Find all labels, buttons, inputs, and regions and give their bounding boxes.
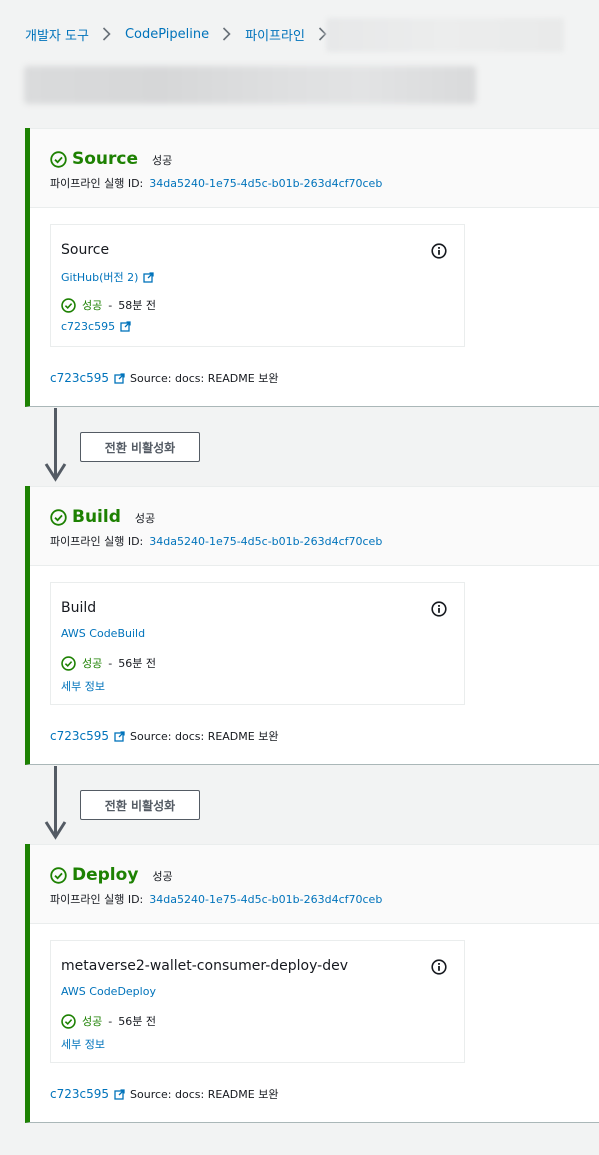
stage-name: Deploy [72,865,139,885]
external-link-icon [120,321,131,332]
execution-id-link[interactable]: 34da5240-1e75-4d5c-b01b-263d4cf70ceb [149,177,382,190]
action-status-row: 성공 - 56분 전 [61,1013,156,1029]
success-check-icon [50,866,67,884]
action-time: 56분 전 [118,1015,156,1028]
disable-transition-button[interactable]: 전환 비활성화 [80,432,200,462]
commit-id-link[interactable]: c723c595 [50,371,109,385]
external-link-icon [114,730,125,742]
commit-id-link[interactable]: c723c595 [50,729,109,743]
action-card: Build AWS CodeBuild 성공 - 56분 전 세부 정보 [50,582,465,705]
external-link-icon [143,271,155,283]
action-provider-link[interactable]: GitHub(버전 2) [61,269,155,285]
commit-message: Source: docs: README 보완 [130,730,279,743]
execution-id-link[interactable]: 34da5240-1e75-4d5c-b01b-263d4cf70ceb [149,893,382,906]
external-link-icon [114,1088,125,1100]
action-status: 성공 [82,1015,103,1028]
stage-header: Source 성공 파이프라인 실행 ID: 34da5240-1e75-4d5c… [30,128,599,208]
redacted-page-title [24,66,476,104]
chevron-right-icon [102,27,111,41]
execution-id-row: 파이프라인 실행 ID: 34da5240-1e75-4d5c-b01b-263d… [50,175,382,191]
action-provider-link[interactable]: AWS CodeDeploy [61,985,156,998]
breadcrumb: 개발자 도구 CodePipeline 파이프라인 [25,24,341,44]
execution-id-label: 파이프라인 실행 ID: [50,893,144,906]
commit-row: c723c595 Source: docs: README 보완 [50,1086,278,1102]
redacted-pipeline-breadcrumb [326,18,564,52]
commit-message: Source: docs: README 보완 [130,372,279,385]
stage-status: 성공 [152,870,173,883]
info-icon[interactable] [431,959,447,975]
disable-transition-button[interactable]: 전환 비활성화 [80,790,200,820]
breadcrumb-pipelines[interactable]: 파이프라인 [245,25,305,44]
stage-status: 성공 [134,512,156,525]
stage-status: 성공 [152,154,173,167]
success-check-icon [50,508,67,526]
action-name: Source [61,242,110,258]
success-check-icon [61,1013,76,1029]
transition-source-build: 전환 비활성화 [44,408,244,490]
stage-header: Deploy 성공 파이프라인 실행 ID: 34da5240-1e75-4d5c… [30,844,599,924]
stage-name: Source [72,149,139,169]
commit-row: c723c595 Source: docs: README 보완 [50,370,278,386]
arrow-down-icon [44,820,68,840]
info-icon[interactable] [431,243,447,259]
action-status-row: 성공 - 58분 전 [61,297,156,313]
breadcrumb-codepipeline[interactable]: CodePipeline [125,27,209,42]
transition-build-deploy: 전환 비활성화 [44,766,244,848]
action-time: 58분 전 [118,299,156,312]
commit-row: c723c595 Source: docs: README 보완 [50,728,278,744]
action-detail-link[interactable]: 세부 정보 [61,1036,105,1052]
commit-message: Source: docs: README 보완 [130,1088,279,1101]
breadcrumb-developer-tools[interactable]: 개발자 도구 [25,25,89,44]
action-detail-link[interactable]: 세부 정보 [61,678,105,694]
execution-id-label: 파이프라인 실행 ID: [50,535,144,548]
action-name: Build [61,600,97,616]
action-card: metaverse2-wallet-consumer-deploy-dev AW… [50,940,465,1063]
external-link-icon [114,372,125,384]
action-detail-link[interactable]: c723c595 [61,320,131,333]
arrow-down-icon [44,462,68,482]
success-check-icon [61,655,76,671]
action-provider-link[interactable]: AWS CodeBuild [61,627,145,640]
execution-id-row: 파이프라인 실행 ID: 34da5240-1e75-4d5c-b01b-263d… [50,891,382,907]
commit-id-link[interactable]: c723c595 [50,1087,109,1101]
action-name: metaverse2-wallet-consumer-deploy-dev [61,958,348,974]
stage-build: Build 성공 파이프라인 실행 ID: 34da5240-1e75-4d5c-… [25,486,599,765]
stage-name: Build [72,507,121,527]
stage-header: Build 성공 파이프라인 실행 ID: 34da5240-1e75-4d5c-… [30,486,599,566]
stage-source: Source 성공 파이프라인 실행 ID: 34da5240-1e75-4d5c… [25,128,599,407]
chevron-right-icon [222,27,231,41]
success-check-icon [50,150,67,168]
execution-id-label: 파이프라인 실행 ID: [50,177,144,190]
stage-deploy: Deploy 성공 파이프라인 실행 ID: 34da5240-1e75-4d5c… [25,844,599,1123]
info-icon[interactable] [431,601,447,617]
action-status: 성공 [82,299,103,312]
execution-id-row: 파이프라인 실행 ID: 34da5240-1e75-4d5c-b01b-263d… [50,533,382,549]
action-status-row: 성공 - 56분 전 [61,655,156,671]
success-check-icon [61,297,76,313]
execution-id-link[interactable]: 34da5240-1e75-4d5c-b01b-263d4cf70ceb [149,535,382,548]
action-time: 56분 전 [118,657,156,670]
action-card: Source GitHub(버전 2) 성공 - 58분 전 c723c595 [50,224,465,347]
action-status: 성공 [82,657,103,670]
